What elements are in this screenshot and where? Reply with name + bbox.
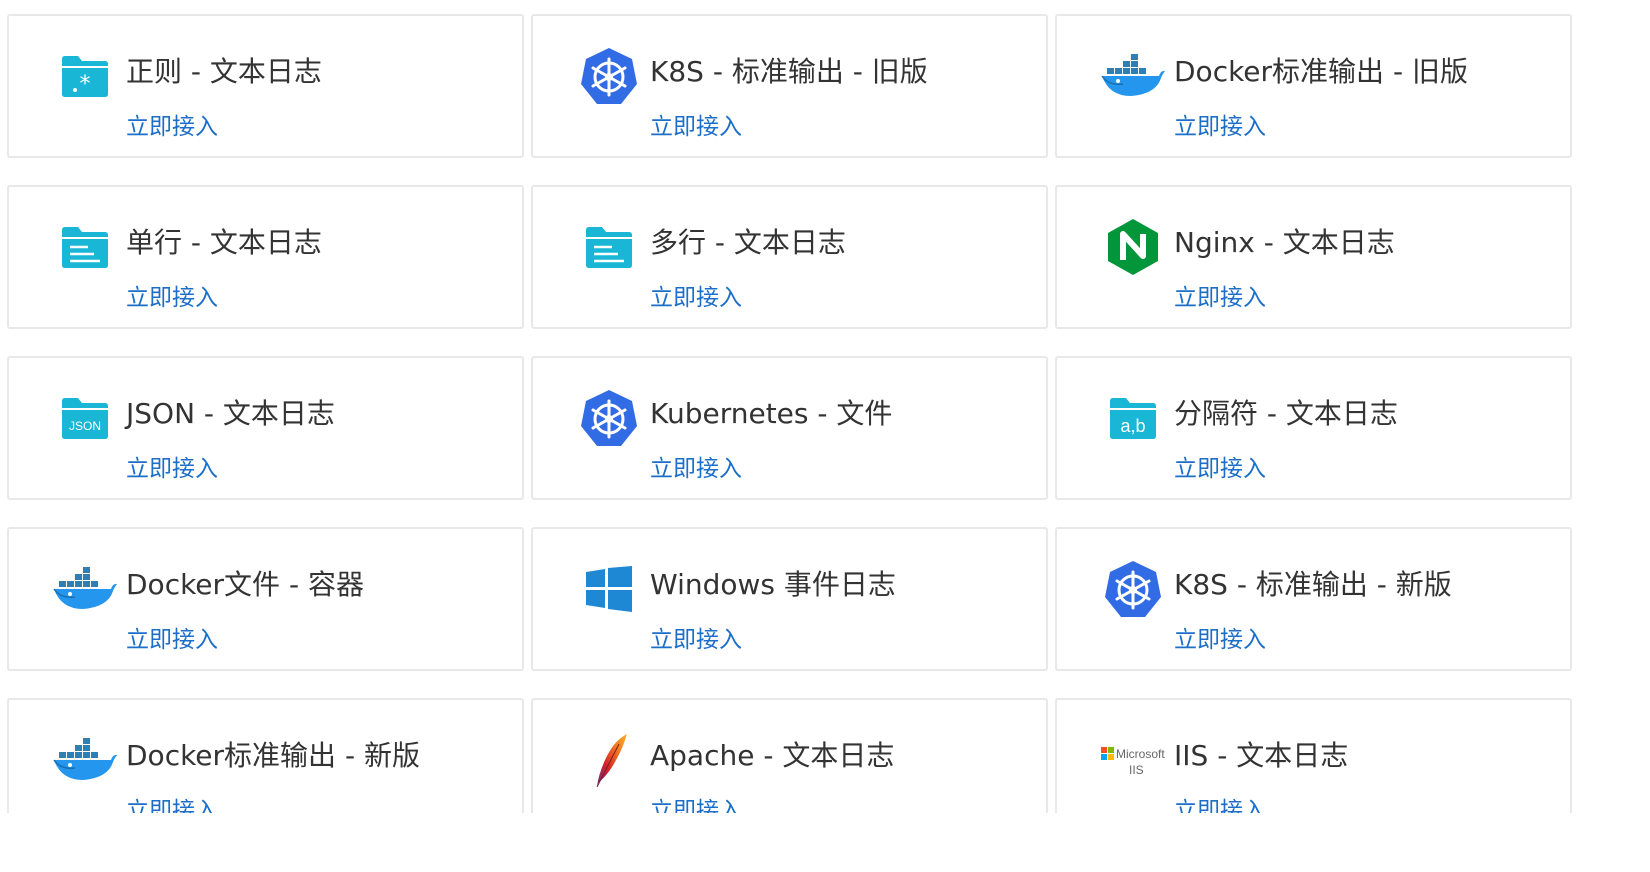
card-title: Docker文件 - 容器: [126, 568, 364, 601]
connect-now-link[interactable]: 立即接入: [1174, 796, 1266, 813]
kubernetes-icon: [577, 46, 641, 106]
connect-now-link[interactable]: 立即接入: [1174, 625, 1266, 655]
connect-now-link[interactable]: 立即接入: [126, 283, 218, 313]
card-docker-stdout-new[interactable]: Docker标准输出 - 新版 立即接入: [7, 698, 524, 813]
card-kubernetes-file[interactable]: Kubernetes - 文件 立即接入: [531, 356, 1048, 500]
kubernetes-icon: [577, 388, 641, 448]
card-k8s-stdout-legacy[interactable]: K8S - 标准输出 - 旧版 立即接入: [531, 14, 1048, 158]
connect-now-link[interactable]: 立即接入: [126, 796, 218, 813]
card-title: Kubernetes - 文件: [650, 397, 893, 430]
json-folder-icon: JSON: [53, 388, 117, 448]
card-title: 多行 - 文本日志: [650, 226, 846, 259]
svg-text:*: *: [80, 72, 91, 97]
card-single-line-text-log[interactable]: 单行 - 文本日志 立即接入: [7, 185, 524, 329]
card-title: Docker标准输出 - 旧版: [1174, 55, 1468, 88]
card-title: 正则 - 文本日志: [126, 55, 322, 88]
regex-folder-icon: *: [53, 46, 117, 106]
connect-now-link[interactable]: 立即接入: [1174, 283, 1266, 313]
card-title: JSON - 文本日志: [126, 397, 335, 430]
card-apache-text-log[interactable]: Apache - 文本日志 立即接入: [531, 698, 1048, 813]
docker-icon: [53, 559, 117, 619]
card-nginx-text-log[interactable]: Nginx - 文本日志 立即接入: [1055, 185, 1572, 329]
connect-now-link[interactable]: 立即接入: [650, 796, 742, 813]
card-title: Nginx - 文本日志: [1174, 226, 1395, 259]
card-title: K8S - 标准输出 - 新版: [1174, 568, 1452, 601]
connect-now-link[interactable]: 立即接入: [126, 112, 218, 142]
card-title: 单行 - 文本日志: [126, 226, 322, 259]
card-docker-stdout-legacy[interactable]: Docker标准输出 - 旧版 立即接入: [1055, 14, 1572, 158]
connect-now-link[interactable]: 立即接入: [650, 112, 742, 142]
connect-now-link[interactable]: 立即接入: [126, 625, 218, 655]
delimiter-folder-icon: a,b: [1101, 388, 1165, 448]
card-title: K8S - 标准输出 - 旧版: [650, 55, 928, 88]
windows-icon: [577, 559, 641, 619]
svg-text:a,b: a,b: [1120, 416, 1145, 436]
single-line-folder-icon: [53, 217, 117, 277]
card-title: IIS - 文本日志: [1174, 739, 1349, 772]
docker-icon: [53, 730, 117, 790]
card-title: Windows 事件日志: [650, 568, 896, 601]
card-k8s-stdout-new[interactable]: K8S - 标准输出 - 新版 立即接入: [1055, 527, 1572, 671]
kubernetes-icon: [1101, 559, 1165, 619]
card-title: Docker标准输出 - 新版: [126, 739, 420, 772]
microsoft-iis-icon: Microsoft IIS: [1101, 730, 1165, 790]
card-windows-event-log[interactable]: Windows 事件日志 立即接入: [531, 527, 1048, 671]
nginx-icon: [1101, 217, 1165, 277]
docker-icon: [1101, 46, 1165, 106]
apache-feather-icon: [577, 730, 641, 790]
connect-now-link[interactable]: 立即接入: [650, 454, 742, 484]
connect-now-link[interactable]: 立即接入: [1174, 454, 1266, 484]
connect-now-link[interactable]: 立即接入: [126, 454, 218, 484]
card-json-text-log[interactable]: JSON JSON - 文本日志 立即接入: [7, 356, 524, 500]
svg-text:JSON: JSON: [69, 419, 101, 433]
connect-now-link[interactable]: 立即接入: [1174, 112, 1266, 142]
log-source-grid: * 正则 - 文本日志 立即接入 K8S - 标准输出 - 旧版 立即接入 Do…: [0, 0, 1650, 813]
svg-text:IIS: IIS: [1129, 763, 1144, 777]
card-iis-text-log[interactable]: Microsoft IIS IIS - 文本日志 立即接入: [1055, 698, 1572, 813]
card-delimiter-text-log[interactable]: a,b 分隔符 - 文本日志 立即接入: [1055, 356, 1572, 500]
card-title: Apache - 文本日志: [650, 739, 895, 772]
connect-now-link[interactable]: 立即接入: [650, 283, 742, 313]
svg-text:Microsoft: Microsoft: [1116, 747, 1165, 761]
multi-line-folder-icon: [577, 217, 641, 277]
card-multi-line-text-log[interactable]: 多行 - 文本日志 立即接入: [531, 185, 1048, 329]
card-title: 分隔符 - 文本日志: [1174, 397, 1398, 430]
card-docker-file-container[interactable]: Docker文件 - 容器 立即接入: [7, 527, 524, 671]
connect-now-link[interactable]: 立即接入: [650, 625, 742, 655]
card-regex-text-log[interactable]: * 正则 - 文本日志 立即接入: [7, 14, 524, 158]
